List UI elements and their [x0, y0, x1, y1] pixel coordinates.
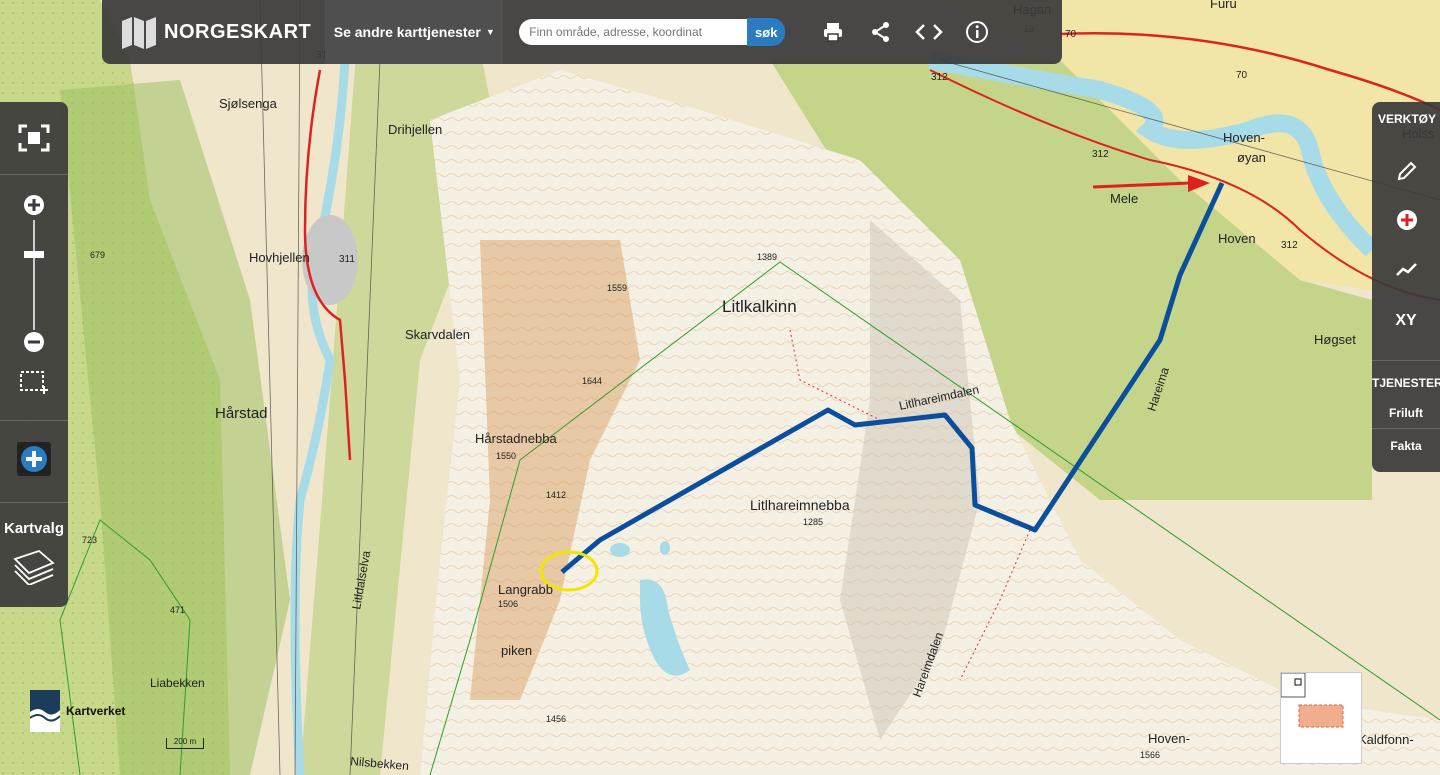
search-button[interactable]: søk	[747, 18, 786, 46]
norgeskart-logo[interactable]: NORGESKART	[102, 0, 325, 64]
place_names-label: Drihjellen	[388, 122, 442, 137]
draw-button[interactable]	[1396, 160, 1418, 187]
elevations-label: 471	[170, 605, 185, 615]
area-select-button[interactable]	[19, 370, 51, 401]
road_numbers-label: 311	[339, 254, 355, 265]
place_names-label: Høgset	[1314, 332, 1356, 347]
elevations-label: 1550	[496, 451, 516, 461]
minus-circle-icon	[24, 332, 44, 352]
elevations-label: 1506	[498, 599, 518, 609]
coordinates-button[interactable]: XY	[1372, 312, 1440, 330]
share-button[interactable]	[857, 0, 905, 64]
zoom-slider-track[interactable]	[33, 220, 35, 330]
kartverket-label: Kartverket	[66, 704, 126, 718]
other-services-label: Se andre karttjenester	[333, 24, 481, 40]
info-icon	[966, 21, 989, 43]
place_names-label: Hoven	[1218, 231, 1256, 246]
line-chart-icon	[1396, 263, 1417, 276]
kartverket-icon	[30, 690, 60, 732]
services-heading: TJENESTER	[1372, 376, 1440, 390]
place_names-label: Furu	[1210, 0, 1237, 11]
search-input[interactable]	[519, 19, 748, 45]
fullscreen-icon	[18, 124, 50, 152]
road_numbers-label: 70	[1236, 70, 1248, 81]
place_names-label: Hoven-	[1148, 731, 1190, 746]
add-circle-icon	[21, 446, 47, 472]
place_names-label: Hovhjellen	[249, 250, 310, 265]
kartverket-logo[interactable]: Kartverket	[30, 690, 125, 732]
plus-circle-icon	[24, 195, 44, 215]
selection-box-icon	[20, 371, 48, 394]
zoom-in-button[interactable]	[23, 194, 45, 221]
kartvalg-label: Kartvalg	[3, 520, 65, 537]
place_names-label: Mele	[1110, 191, 1138, 206]
scale-label: 200 m	[173, 737, 197, 746]
elevation-profile-button[interactable]	[1395, 260, 1419, 283]
other-services-dropdown[interactable]: Se andre karttjenester ▼	[325, 0, 504, 64]
map-icon	[122, 17, 156, 49]
fullscreen-button[interactable]	[18, 124, 50, 157]
elevations-label: 679	[90, 250, 105, 260]
place_names-label: Litlkalkinn	[722, 297, 797, 316]
elevations-label: 723	[82, 535, 97, 545]
search-box: søk	[519, 18, 786, 46]
brand-name: NORGESKART	[164, 20, 312, 43]
service-friluft[interactable]: Friluft	[1372, 406, 1440, 420]
place_names-label: Litlhareimnebba	[750, 497, 850, 513]
place_names-label: Langrabb	[498, 582, 553, 597]
overview-minimap[interactable]	[1280, 672, 1362, 764]
minimap-view	[1280, 672, 1344, 728]
zoom-slider-handle[interactable]	[24, 251, 44, 258]
place_names-label: piken	[501, 643, 532, 658]
top-bar: NORGESKART Se andre karttjenester ▼ søk	[102, 0, 1062, 64]
right-toolbar: VERKTØY XY TJENESTER Friluft Fakta	[1372, 102, 1440, 472]
elevations-label: 1285	[803, 517, 823, 527]
elevations-label: 1559	[607, 283, 627, 293]
elevations-label: 1412	[546, 490, 566, 500]
add-marker-button[interactable]	[1396, 209, 1418, 236]
info-button[interactable]	[953, 0, 1001, 64]
lake-small-1	[610, 543, 630, 557]
kartvalg-button[interactable]: Kartvalg	[0, 520, 68, 585]
scale-bar: 200 m	[166, 738, 204, 749]
road_numbers-label: 312	[931, 72, 948, 83]
code-icon	[915, 24, 944, 40]
road_numbers-label: 312	[1092, 149, 1109, 160]
add-layer-button[interactable]	[17, 442, 51, 476]
place_names-label: øyan	[1237, 150, 1266, 165]
left-toolbar: Kartvalg	[0, 102, 68, 607]
place_names-label: Hårstad	[215, 405, 268, 422]
embed-button[interactable]	[905, 0, 953, 64]
share-icon	[872, 22, 890, 42]
caret-down-icon: ▼	[485, 27, 495, 37]
place_names-label: Skarvdalen	[405, 327, 470, 342]
pencil-icon	[1397, 161, 1417, 181]
road_numbers-label: 312	[1281, 240, 1298, 251]
lake-small-2	[660, 541, 670, 555]
add-point-icon	[1397, 210, 1417, 230]
place_names-label: Sjølsenga	[219, 96, 278, 111]
place_names-label: Hoven-	[1223, 130, 1265, 145]
elevations-label: 1389	[757, 252, 777, 262]
topographic-map[interactable]: Sjølsenga Drihjellen Hovhjellen Skarvdalen H…	[0, 0, 1440, 775]
road_numbers-label: 70	[1065, 29, 1077, 40]
elevations-label: 1566	[1140, 750, 1160, 760]
layers-icon	[13, 549, 55, 585]
place_names-label: Hårstadnebba	[475, 431, 557, 446]
tools-heading: VERKTØY	[1377, 112, 1436, 126]
elevations-label: 1456	[546, 714, 566, 724]
zoom-out-button[interactable]	[23, 331, 45, 358]
printer-icon	[824, 23, 843, 42]
service-fakta[interactable]: Fakta	[1372, 439, 1440, 453]
print-button[interactable]	[809, 0, 857, 64]
water_names-label: Liabekken	[150, 676, 205, 690]
elevations-label: 1644	[582, 376, 602, 386]
place_names-label: Kaldfonn-	[1358, 732, 1414, 747]
